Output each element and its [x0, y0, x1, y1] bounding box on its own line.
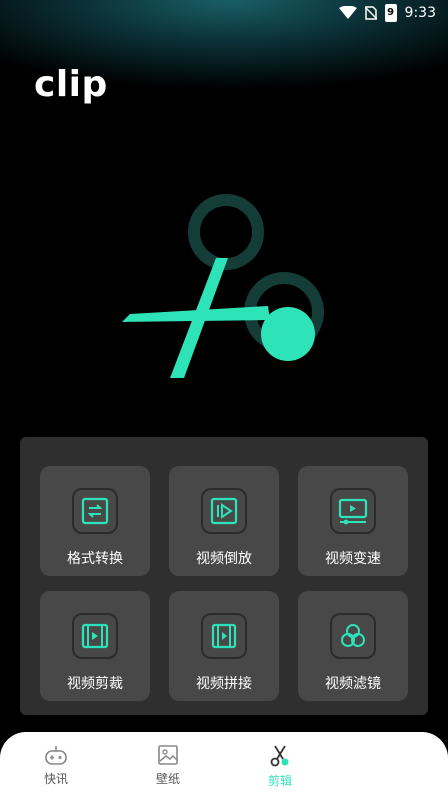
battery-level: 9	[387, 7, 395, 18]
tool-video-filter[interactable]: 视频滤镜	[298, 591, 408, 701]
image-icon	[158, 745, 178, 765]
tool-label: 视频滤镜	[325, 676, 381, 692]
film-crop-icon	[72, 613, 118, 659]
scissors-logo	[122, 194, 324, 378]
tool-label: 视频拼接	[196, 676, 252, 692]
nav-label: 快讯	[43, 772, 68, 786]
wifi-icon	[338, 6, 357, 19]
tool-label: 视频剪裁	[67, 676, 123, 692]
battery-icon: 9	[384, 4, 397, 22]
speed-icon	[330, 488, 376, 534]
bottom-nav: 快讯 壁纸 剪辑	[0, 732, 448, 796]
no-sim-icon	[364, 6, 377, 20]
nav-item-news[interactable]: 快讯	[24, 744, 88, 787]
reverse-play-icon	[201, 488, 247, 534]
gamepad-icon	[45, 746, 67, 765]
status-time: 9:33	[404, 5, 436, 21]
status-bar: 9 9:33	[0, 0, 448, 26]
filter-icon	[330, 613, 376, 659]
logo-blade-horizontal	[122, 306, 270, 322]
scissors-icon	[270, 745, 289, 767]
tool-label: 视频倒放	[196, 551, 252, 567]
nav-item-clip[interactable]: 剪辑	[248, 744, 312, 789]
nav-label: 壁纸	[155, 772, 180, 786]
logo-top-ring	[188, 194, 264, 270]
app-title: clip	[34, 64, 108, 105]
status-icons: 9 9:33	[338, 4, 436, 22]
tool-video-splice[interactable]: 视频拼接	[169, 591, 279, 701]
tool-video-crop[interactable]: 视频剪裁	[40, 591, 150, 701]
logo-dot	[261, 307, 315, 361]
splice-icon	[201, 613, 247, 659]
convert-icon	[72, 488, 118, 534]
nav-item-wallpaper[interactable]: 壁纸	[136, 744, 200, 787]
tool-label: 格式转换	[67, 551, 123, 567]
nav-label: 剪辑	[267, 774, 292, 788]
tool-video-reverse[interactable]: 视频倒放	[169, 466, 279, 576]
tools-panel: 格式转换 视频倒放 视频变速 视频剪裁 视频拼接 视频滤镜	[20, 437, 428, 715]
tool-format-convert[interactable]: 格式转换	[40, 466, 150, 576]
tool-video-speed[interactable]: 视频变速	[298, 466, 408, 576]
tool-label: 视频变速	[325, 551, 381, 567]
